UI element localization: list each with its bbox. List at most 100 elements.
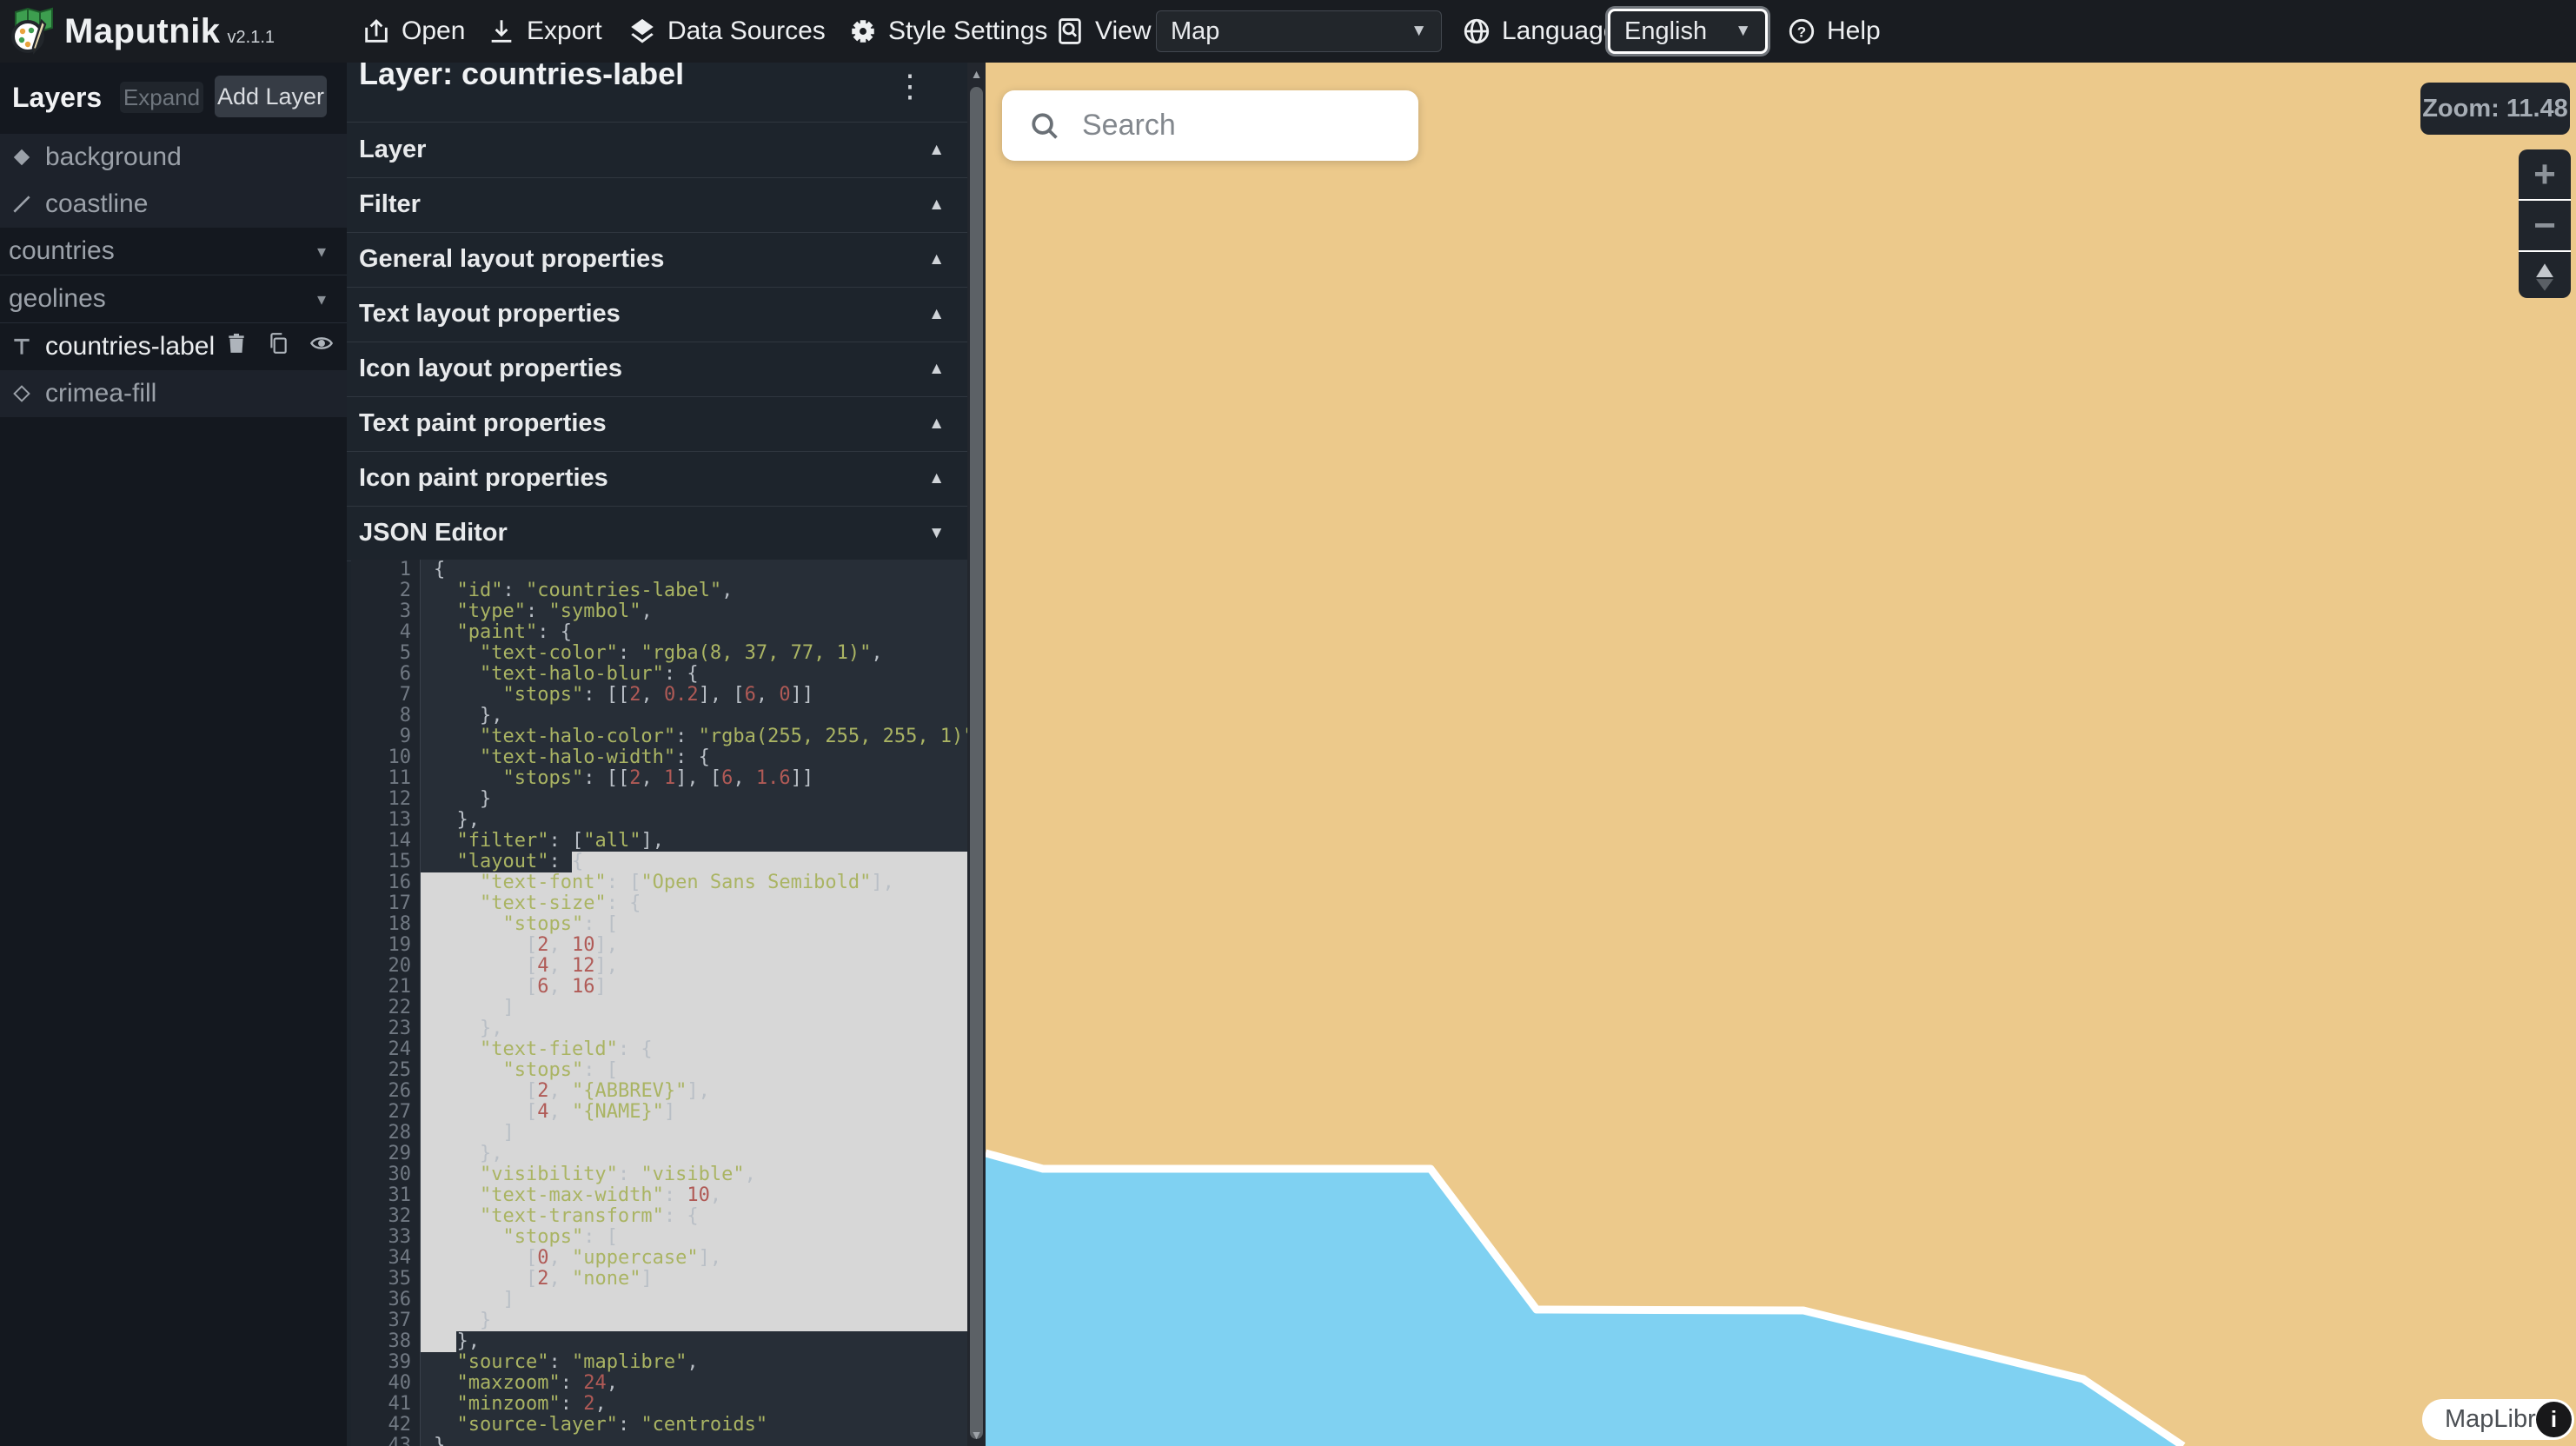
accordion-section-text-layout-properties[interactable]: Text layout properties ▲	[347, 287, 967, 342]
code-line[interactable]: "text-field": {	[421, 1039, 967, 1060]
language-select[interactable]: English ▼	[1608, 9, 1768, 54]
code-line[interactable]: "text-halo-width": {	[421, 747, 967, 768]
scrollbar-thumb[interactable]	[970, 87, 983, 1439]
code-line[interactable]: "stops": [	[421, 1060, 967, 1081]
help-button[interactable]: ? Help	[1787, 0, 1881, 63]
line-number: 43	[359, 1436, 411, 1446]
accordion-section-json-editor[interactable]: JSON Editor ▼	[347, 506, 967, 561]
line-number: 1	[359, 560, 411, 580]
code-line[interactable]: {	[421, 560, 967, 580]
line-number: 31	[359, 1185, 411, 1206]
code-line[interactable]: ]	[421, 1290, 967, 1310]
code-line[interactable]: "type": "symbol",	[421, 601, 967, 622]
maputnik-app: Maputnik v2.1.1 Open Export	[0, 0, 2576, 1446]
accordion-section-icon-paint-properties[interactable]: Icon paint properties ▲	[347, 451, 967, 507]
export-button[interactable]: Export	[487, 0, 602, 63]
search-input[interactable]	[1080, 108, 1414, 143]
code-line[interactable]: ]	[421, 998, 967, 1018]
json-editor: { "id": "countries-label", "type": "symb…	[347, 560, 967, 1446]
line-layer-icon	[10, 193, 33, 216]
sidebar-item-coastline[interactable]: coastline	[0, 181, 347, 228]
code-line[interactable]: },	[421, 1144, 967, 1164]
accordion-section-layer[interactable]: Layer ▲	[347, 123, 967, 178]
compass-button[interactable]	[2519, 252, 2571, 298]
delete-layer-icon[interactable]	[225, 331, 248, 362]
accordion-section-general-layout-properties[interactable]: General layout properties ▲	[347, 232, 967, 288]
chevron-down-icon[interactable]: ▾	[317, 289, 326, 310]
code-line[interactable]: "source": "maplibre",	[421, 1352, 967, 1373]
code-line[interactable]: "id": "countries-label",	[421, 580, 967, 601]
data-sources-button[interactable]: Data Sources	[627, 0, 826, 63]
code-line[interactable]: "stops": [[2, 1], [6, 1.6]]	[421, 768, 967, 789]
scroll-up-icon[interactable]: ▲	[967, 63, 986, 85]
code-line[interactable]: }	[421, 1310, 967, 1331]
view-select[interactable]: Map ▼	[1156, 10, 1442, 52]
code-line[interactable]: "text-color": "rgba(8, 37, 77, 1)",	[421, 643, 967, 664]
code-line[interactable]: },	[421, 1331, 967, 1352]
code-line[interactable]: },	[421, 706, 967, 726]
code-line[interactable]: "text-max-width": 10,	[421, 1185, 967, 1206]
code-area[interactable]: { "id": "countries-label", "type": "symb…	[351, 560, 967, 1446]
map-canvas[interactable]: Zoom: 11.48 + − MapLibre i	[986, 63, 2576, 1446]
expand-button[interactable]: Expand	[120, 82, 203, 113]
code-line[interactable]: "visibility": "visible",	[421, 1164, 967, 1185]
code-line[interactable]: },	[421, 810, 967, 831]
code-line[interactable]: [2, 10],	[421, 935, 967, 956]
code-line[interactable]: "paint": {	[421, 622, 967, 643]
code-line[interactable]: "stops": [	[421, 914, 967, 935]
code-line[interactable]: "layout": {	[421, 852, 967, 872]
line-number: 22	[359, 998, 411, 1018]
view-label: View	[1095, 17, 1151, 46]
chevron-up-icon: ▲	[928, 196, 945, 215]
code-line[interactable]: "maxzoom": 24,	[421, 1373, 967, 1394]
code-line[interactable]: "stops": [[2, 0.2], [6, 0]]	[421, 685, 967, 706]
code-line[interactable]: "source-layer": "centroids"	[421, 1415, 967, 1436]
layer-editor-title-row: Layer: countries-label	[347, 63, 967, 123]
sidebar-item-background[interactable]: background	[0, 134, 347, 181]
line-number: 37	[359, 1310, 411, 1331]
scroll-down-icon[interactable]: ▼	[967, 1423, 986, 1446]
add-layer-button[interactable]: Add Layer	[215, 76, 327, 117]
code-line[interactable]: [2, "none"]	[421, 1269, 967, 1290]
style-settings-label: Style Settings	[888, 17, 1047, 46]
code-line[interactable]: }	[421, 1436, 967, 1446]
kebab-menu-icon[interactable]: ⋮	[894, 68, 926, 104]
info-icon[interactable]: i	[2536, 1402, 2572, 1437]
code-line[interactable]: "text-font": ["Open Sans Semibold"],	[421, 872, 967, 893]
panel-scrollbar[interactable]: ▲ ▼	[967, 63, 986, 1446]
code-line[interactable]: [2, "{ABBREV}"],	[421, 1081, 967, 1102]
code-line[interactable]: "stops": [	[421, 1227, 967, 1248]
code-line[interactable]: [0, "uppercase"],	[421, 1248, 967, 1269]
code-line[interactable]: "text-size": {	[421, 893, 967, 914]
layer-group-countries[interactable]: countries▾	[0, 228, 347, 275]
zoom-out-button[interactable]: −	[2519, 201, 2571, 252]
code-line[interactable]: "minzoom": 2,	[421, 1394, 967, 1415]
sidebar-item-crimea-fill[interactable]: crimea-fill	[0, 370, 347, 417]
layer-list: backgroundcoastlinecountries▾geolines▾co…	[0, 134, 347, 417]
code-line[interactable]: }	[421, 789, 967, 810]
style-settings-button[interactable]: Style Settings	[848, 0, 1047, 63]
chevron-up-icon: ▲	[928, 141, 945, 160]
accordion-section-icon-layout-properties[interactable]: Icon layout properties ▲	[347, 342, 967, 397]
layer-editor-panel: Layer: countries-label ⋮ Layer ▲Filter ▲…	[347, 63, 967, 1446]
accordion-section-text-paint-properties[interactable]: Text paint properties ▲	[347, 396, 967, 452]
sidebar-item-countries-label[interactable]: countries-label	[0, 323, 347, 370]
toggle-visibility-icon[interactable]	[309, 331, 335, 362]
code-line[interactable]: "text-halo-blur": {	[421, 664, 967, 685]
code-line[interactable]: "text-transform": {	[421, 1206, 967, 1227]
code-line[interactable]: [4, 12],	[421, 956, 967, 977]
code-line[interactable]: "text-halo-color": "rgba(255, 255, 255, …	[421, 726, 967, 747]
accordion-section-filter[interactable]: Filter ▲	[347, 177, 967, 233]
code-line[interactable]: ]	[421, 1123, 967, 1144]
layer-group-geolines[interactable]: geolines▾	[0, 275, 347, 323]
open-button[interactable]: Open	[362, 0, 465, 63]
code-line[interactable]: [6, 16]	[421, 977, 967, 998]
zoom-in-button[interactable]: +	[2519, 149, 2571, 201]
code-line[interactable]: "filter": ["all"],	[421, 831, 967, 852]
help-icon: ?	[1787, 17, 1816, 46]
code-line[interactable]: [4, "{NAME}"]	[421, 1102, 967, 1123]
code-line[interactable]: },	[421, 1018, 967, 1039]
line-number: 34	[359, 1248, 411, 1269]
chevron-down-icon[interactable]: ▾	[317, 241, 326, 262]
duplicate-layer-icon[interactable]	[267, 331, 289, 362]
